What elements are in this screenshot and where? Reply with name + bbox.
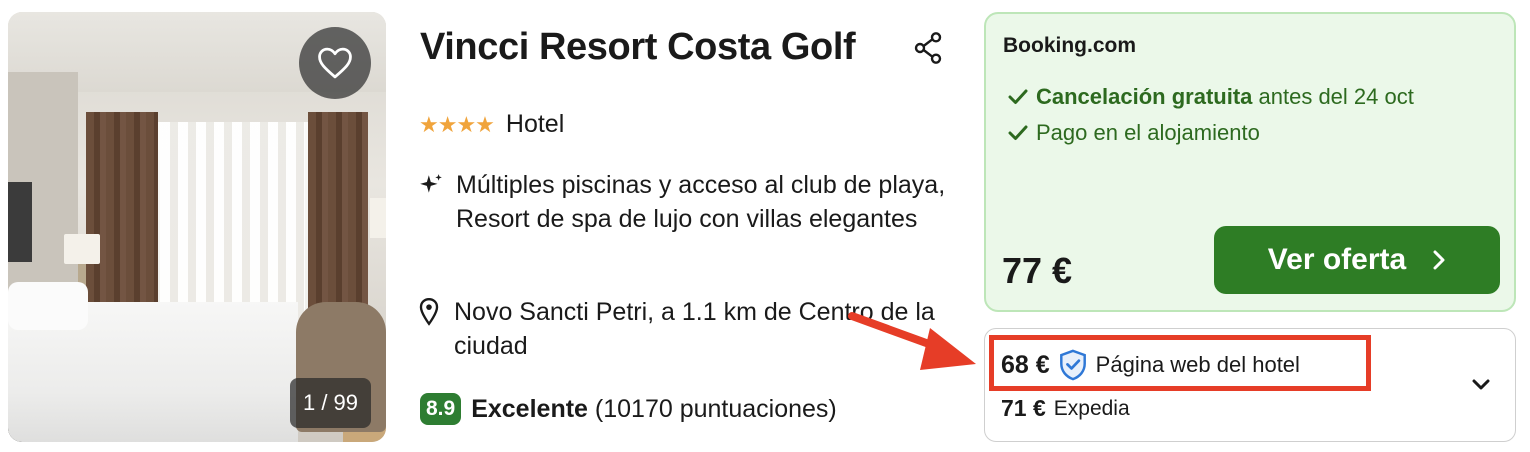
- hotel-class: ★★★★ Hotel: [419, 110, 564, 139]
- check-icon: [1008, 125, 1028, 140]
- photo-counter: 1 / 99: [290, 378, 371, 428]
- other-offers-card[interactable]: 68 € Página web del hotel 71 € Expedia: [984, 328, 1516, 442]
- other-offer-price: 71 €: [1001, 395, 1046, 421]
- perk-cancellation: Cancelación gratuita: [1036, 84, 1253, 109]
- star-rating: ★★★★: [419, 111, 495, 137]
- other-offer-row[interactable]: 68 € Página web del hotel: [1001, 349, 1300, 381]
- rating-summary: Excelente (10170 puntuaciones): [471, 395, 837, 424]
- check-icon: [1008, 89, 1028, 104]
- share-icon[interactable]: [912, 30, 944, 66]
- rating-count: (10170 puntuaciones): [594, 394, 837, 423]
- location-pin-icon: [419, 297, 439, 326]
- hotel-name[interactable]: Vincci Resort Costa Golf: [420, 26, 856, 69]
- other-offer-price: 68 €: [1001, 350, 1050, 379]
- highlight-text: Múltiples piscinas y acceso al club de p…: [456, 171, 946, 233]
- rating-score-badge: 8.9: [420, 393, 462, 425]
- main-offer-card[interactable]: Booking.com Cancelación gratuita antes d…: [984, 12, 1516, 312]
- hotel-highlight: Múltiples piscinas y acceso al club de p…: [418, 168, 966, 236]
- photo-lamp: [64, 234, 100, 264]
- sparkle-icon: [420, 174, 442, 193]
- shield-check-icon: [1059, 349, 1086, 381]
- photo-lamp-right: [370, 198, 386, 238]
- photo-pillow: [8, 282, 88, 330]
- free-cancellation-perk: Cancelación gratuita antes del 24 oct: [1008, 84, 1414, 110]
- annotation-arrow-icon: [848, 312, 976, 370]
- perk-payment: Pago en el alojamiento: [1036, 120, 1260, 145]
- other-offer-source: Expedia: [1053, 396, 1130, 420]
- view-offer-label: Ver oferta: [1267, 243, 1407, 276]
- view-offer-button[interactable]: Ver oferta: [1214, 226, 1500, 294]
- hotel-photo[interactable]: 1 / 99: [8, 12, 386, 442]
- offer-price: 77 €: [1002, 250, 1073, 291]
- perk-cancellation-date: antes del 24 oct: [1258, 84, 1414, 109]
- other-offer-row[interactable]: 71 € Expedia: [1001, 395, 1130, 422]
- pay-at-property-perk: Pago en el alojamiento: [1008, 120, 1260, 146]
- favorite-button[interactable]: [299, 27, 371, 99]
- other-offer-source: Página web del hotel: [1095, 352, 1300, 377]
- photo-tv: [8, 182, 32, 262]
- heart-icon: [318, 47, 352, 79]
- rating-label: Excelente: [471, 394, 588, 423]
- offer-provider: Booking.com: [1003, 34, 1137, 57]
- guest-rating[interactable]: 8.9 Excelente (10170 puntuaciones): [420, 393, 837, 425]
- hotel-type: Hotel: [505, 110, 565, 138]
- chevron-right-icon: [1433, 250, 1445, 270]
- chevron-down-icon[interactable]: [1467, 375, 1495, 395]
